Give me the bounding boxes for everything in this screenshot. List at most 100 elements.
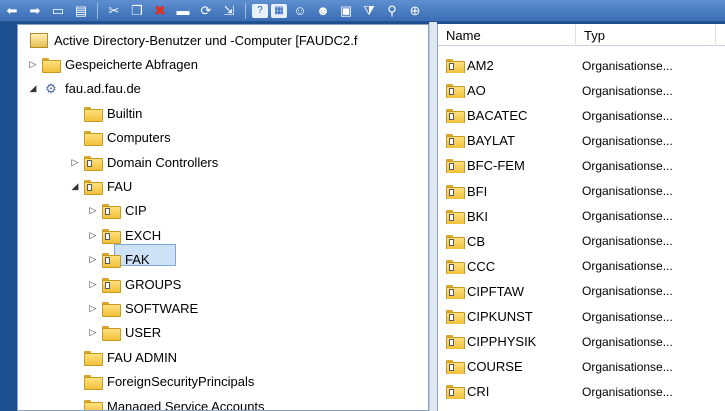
column-header-name[interactable]: Name xyxy=(438,24,576,46)
tree-item[interactable]: ▷ EXCH xyxy=(86,223,161,247)
column-header-type[interactable]: Typ xyxy=(576,24,716,46)
list-item[interactable]: CB Organisationse... xyxy=(438,229,725,254)
tree-item[interactable]: ▷ CIP xyxy=(86,199,147,223)
tree-item-label: fau.ad.fau.de xyxy=(65,81,141,97)
ou-icon xyxy=(446,84,465,99)
ou-icon xyxy=(446,184,465,199)
list-item[interactable]: CCC Organisationse... xyxy=(438,254,725,279)
tree-item[interactable]: Active Directory-Benutzer und -Computer … xyxy=(22,28,357,52)
folder-icon xyxy=(102,301,121,317)
list-item-type: Organisationse... xyxy=(582,384,673,399)
list-item-name: CIPKUNST xyxy=(438,309,576,324)
list-item-name: CRI xyxy=(438,384,576,400)
list-item[interactable]: BFI Organisationse... xyxy=(438,179,725,204)
list-item-name-text: BFI xyxy=(467,183,488,199)
filter-icon[interactable]: ⧩ xyxy=(359,2,379,20)
export-list-icon[interactable]: ⇲ xyxy=(219,2,239,20)
ou-icon xyxy=(446,360,465,375)
tree-item[interactable]: ▷ Domain Controllers xyxy=(68,150,218,174)
create-group-icon[interactable]: ☻ xyxy=(313,2,333,20)
tree-item[interactable]: ▷ SOFTWARE xyxy=(86,296,198,320)
list-item[interactable]: CIPKUNST Organisationse... xyxy=(438,304,725,329)
list-item[interactable]: CRI Organisationse... xyxy=(438,379,725,404)
list-item[interactable]: COURSE Organisationse... xyxy=(438,354,725,379)
list-item-name-text: AM2 xyxy=(467,58,494,73)
tree-item[interactable]: ForeignSecurityPrincipals xyxy=(68,370,254,394)
ou-icon xyxy=(102,253,121,269)
pane-splitter[interactable] xyxy=(429,22,437,411)
create-ou-icon[interactable]: ▣ xyxy=(336,2,356,20)
tree-item[interactable]: ▷ Gespeicherte Abfragen xyxy=(26,52,198,76)
tree-item-label: Computers xyxy=(107,130,171,146)
help-icon[interactable]: ? xyxy=(252,3,268,18)
list-item[interactable]: CIPFTAW Organisationse... xyxy=(438,279,725,304)
ou-badge-icon xyxy=(449,113,454,121)
forward-arrow-icon[interactable]: ➡ xyxy=(25,2,45,20)
ou-icon xyxy=(446,259,465,274)
tree-item[interactable]: ▷ GROUPS xyxy=(86,272,181,296)
list-item[interactable]: CIPPHYSIK Organisationse... xyxy=(438,329,725,354)
create-user-icon[interactable]: ☺ xyxy=(290,2,310,20)
ou-icon xyxy=(446,284,465,299)
list-item-name-text: CB xyxy=(467,233,486,249)
ou-badge-icon xyxy=(105,232,110,240)
expand-arrow-icon[interactable]: ▷ xyxy=(86,205,100,216)
action-pane-icon[interactable]: ▦ xyxy=(271,3,287,18)
expand-arrow-icon[interactable]: ▷ xyxy=(26,59,40,70)
expand-arrow-icon[interactable]: ▷ xyxy=(86,303,100,314)
list-item-name-text: CIPFTAW xyxy=(467,283,525,299)
list-item[interactable]: BACATEC Organisationse... xyxy=(438,103,725,128)
tree-item[interactable]: ▷ FAK xyxy=(86,248,150,272)
list-item[interactable]: BAYLAT Organisationse... xyxy=(438,128,725,153)
list-header: Name Typ xyxy=(438,24,725,46)
folder-icon xyxy=(84,106,103,122)
list-item-type: Organisationse... xyxy=(582,334,673,349)
details-list-pane[interactable]: Name Typ AM2 Organisationse... AO Organisat… xyxy=(437,24,725,411)
list-item-type: Organisationse... xyxy=(582,83,673,98)
list-item-type: Organisationse... xyxy=(582,359,673,374)
expand-arrow-icon[interactable]: ▷ xyxy=(86,230,100,241)
tree-item[interactable]: ◢ FAU xyxy=(68,174,132,198)
folder-icon xyxy=(84,350,103,366)
tree-item[interactable]: ▷ USER xyxy=(86,321,161,345)
ou-badge-icon xyxy=(449,314,454,321)
add-to-group-icon[interactable]: ⊕ xyxy=(405,2,425,20)
list-item[interactable]: BKI Organisationse... xyxy=(438,204,725,229)
up-folder-icon[interactable]: ▭ xyxy=(48,2,68,20)
ou-icon xyxy=(84,179,103,195)
tree-item-label: Builtin xyxy=(107,105,143,121)
properties-icon[interactable]: ▬ xyxy=(173,2,193,20)
delete-icon[interactable]: ✖ xyxy=(150,2,170,20)
folder-icon xyxy=(84,399,103,410)
tree-item[interactable]: ◢ ⚙ fau.ad.fau.de xyxy=(26,77,141,101)
expand-arrow-icon[interactable]: ▷ xyxy=(86,254,100,265)
tree-item[interactable]: Managed Service Accounts xyxy=(68,394,265,410)
folder-icon xyxy=(102,326,121,342)
tree-item[interactable]: Computers xyxy=(68,126,171,150)
expand-arrow-icon[interactable]: ▷ xyxy=(86,279,100,290)
ou-icon xyxy=(446,385,465,400)
collapse-arrow-icon[interactable]: ◢ xyxy=(26,83,40,94)
refresh-icon[interactable]: ⟳ xyxy=(196,2,216,20)
ou-icon xyxy=(446,234,465,249)
tree-item[interactable]: FAU ADMIN xyxy=(68,345,177,369)
console-tree-icon[interactable]: ▤ xyxy=(71,2,91,20)
copy-icon[interactable]: ❐ xyxy=(127,2,147,20)
expand-arrow-icon[interactable]: ▷ xyxy=(86,327,100,338)
tree-item-label: FAK xyxy=(125,252,150,268)
tree-item[interactable]: Builtin xyxy=(68,101,142,125)
ou-badge-icon xyxy=(449,238,454,246)
cut-icon[interactable]: ✂ xyxy=(104,2,124,20)
list-item[interactable]: BFC-FEM Organisationse... xyxy=(438,153,725,178)
list-item-name: CCC xyxy=(438,259,576,274)
back-arrow-icon[interactable]: ⬅ xyxy=(2,2,22,20)
console-tree-pane[interactable]: Active Directory-Benutzer und -Computer … xyxy=(17,24,429,411)
expand-arrow-icon[interactable]: ▷ xyxy=(68,157,82,168)
find-icon[interactable]: ⚲ xyxy=(382,2,402,20)
list-item-name-text: BKI xyxy=(467,208,488,224)
list-item-type: Organisationse... xyxy=(582,108,673,123)
list-item[interactable]: AO Organisationse... xyxy=(438,78,725,103)
collapse-arrow-icon[interactable]: ◢ xyxy=(68,181,82,192)
list-item[interactable]: AM2 Organisationse... xyxy=(438,53,725,78)
ou-badge-icon xyxy=(449,88,454,96)
